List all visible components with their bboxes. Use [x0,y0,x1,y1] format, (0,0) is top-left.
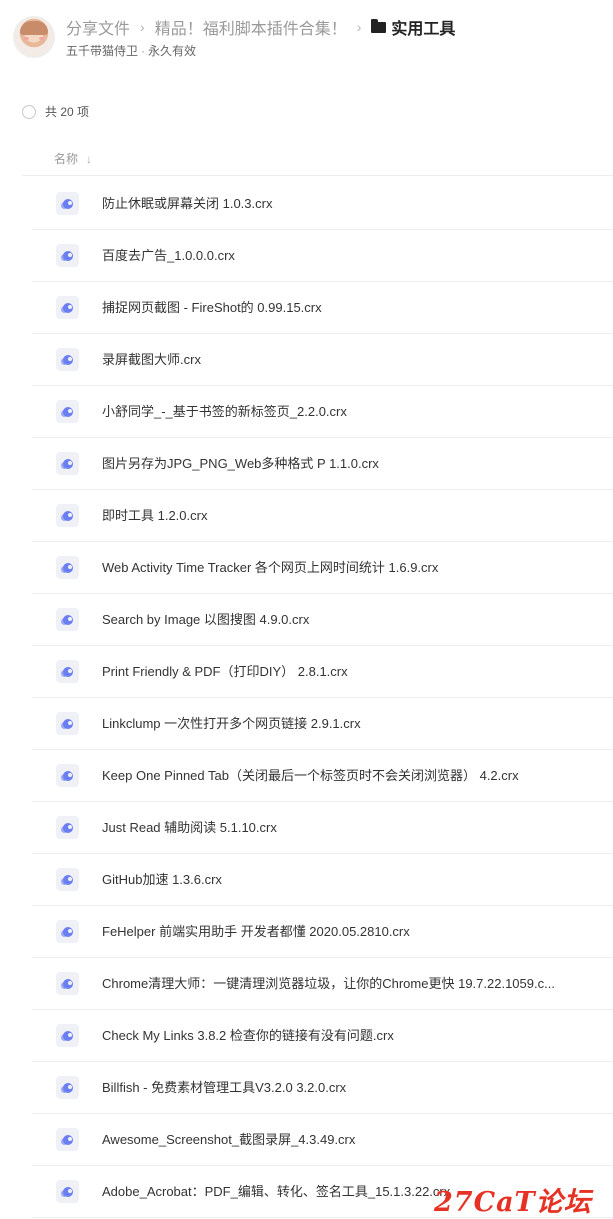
crx-file-icon [56,660,79,683]
file-row[interactable]: 捕捉网页截图 - FireShot的 0.99.15.crx [32,282,613,334]
breadcrumb-current-folder: 实用工具 [371,15,455,39]
file-name[interactable]: 小舒同学_-_基于书签的新标签页_2.2.0.crx [102,404,588,420]
file-row[interactable]: 小舒同学_-_基于书签的新标签页_2.2.0.crx [32,386,613,438]
crx-file-icon [56,1180,79,1203]
file-row[interactable]: Check My Links 3.8.2 检查你的链接有没有问题.crx [32,1010,613,1062]
info-separator: · [141,44,146,58]
column-header: 名称 ↓ [22,140,613,176]
file-row[interactable]: GitHub加速 1.3.6.crx [32,854,613,906]
select-all-radio[interactable] [22,104,36,119]
file-row[interactable]: Print Friendly & PDF（打印DIY） 2.8.1.crx [32,646,613,698]
crx-file-icon [56,1024,79,1047]
validity-text: 永久有效 [148,44,197,58]
file-name[interactable]: Awesome_Screenshot_截图录屏_4.3.49.crx [102,1132,588,1148]
owner-name[interactable]: 五千带猫侍卫 [66,44,138,58]
file-row[interactable]: Chrome清理大师：一键清理浏览器垃圾，让你的Chrome更快 19.7.22… [32,958,613,1010]
crx-file-icon [56,348,79,371]
file-row[interactable]: Linkclump 一次性打开多个网页链接 2.9.1.crx [32,698,613,750]
crx-file-icon [56,608,79,631]
file-name[interactable]: 百度去广告_1.0.0.0.crx [102,248,588,264]
file-name[interactable]: Search by Image 以图搜图 4.9.0.crx [102,612,588,628]
share-info: 五千带猫侍卫 · 永久有效 [66,42,196,59]
site-watermark: 27CaT论坛 [434,1187,592,1218]
crx-file-icon [56,244,79,267]
file-row[interactable]: Just Read 辅助阅读 5.1.10.crx [32,802,613,854]
crx-file-icon [56,816,79,839]
crx-file-icon [56,1128,79,1151]
file-row[interactable]: 防止休眠或屏幕关闭 1.0.3.crx [32,178,613,230]
file-name[interactable]: Keep One Pinned Tab（关闭最后一个标签页时不会关闭浏览器） 4… [102,768,588,784]
crx-file-icon [56,452,79,475]
crx-file-icon [56,1076,79,1099]
folder-icon [371,19,387,33]
sort-down-icon[interactable]: ↓ [86,152,92,166]
crx-file-icon [56,920,79,943]
file-list: 防止休眠或屏幕关闭 1.0.3.crx 百度去广告_1.0.0.0.crx 捕捉网页… [32,178,613,1218]
breadcrumb-item-collection[interactable]: 精品！福利脚本插件合集！ [155,15,347,39]
file-name[interactable]: Linkclump 一次性打开多个网页链接 2.9.1.crx [102,716,588,732]
file-row[interactable]: 百度去广告_1.0.0.0.crx [32,230,613,282]
breadcrumb-separator: › [356,19,362,35]
file-name[interactable]: 即时工具 1.2.0.crx [102,508,588,524]
name-column-label: 名称 [54,152,79,166]
crx-file-icon [56,712,79,735]
select-all-control[interactable]: 共 20 项 [22,103,89,120]
file-name[interactable]: 捕捉网页截图 - FireShot的 0.99.15.crx [102,300,588,316]
crx-file-icon [56,764,79,787]
file-row[interactable]: Search by Image 以图搜图 4.9.0.crx [32,594,613,646]
breadcrumb: 分享文件 › 精品！福利脚本插件合集！ › 实用工具 [66,16,455,38]
file-row[interactable]: FeHelper 前端实用助手 开发者都懂 2020.05.2810.crx [32,906,613,958]
file-name[interactable]: FeHelper 前端实用助手 开发者都懂 2020.05.2810.crx [102,924,588,940]
item-count: 共 20 项 [45,105,90,119]
crx-file-icon [56,400,79,423]
crx-file-icon [56,972,79,995]
file-name[interactable]: Just Read 辅助阅读 5.1.10.crx [102,820,588,836]
file-row[interactable]: 即时工具 1.2.0.crx [32,490,613,542]
crx-file-icon [56,296,79,319]
name-column-header[interactable]: 名称 ↓ [54,150,92,167]
file-name[interactable]: Chrome清理大师：一键清理浏览器垃圾，让你的Chrome更快 19.7.22… [102,976,588,992]
breadcrumb-item-shared-files[interactable]: 分享文件 [66,15,130,39]
file-name[interactable]: 防止休眠或屏幕关闭 1.0.3.crx [102,196,588,212]
file-name[interactable]: GitHub加速 1.3.6.crx [102,872,588,888]
file-name[interactable]: Check My Links 3.8.2 检查你的链接有没有问题.crx [102,1028,588,1044]
crx-file-icon [56,504,79,527]
crx-file-icon [56,868,79,891]
file-name[interactable]: 图片另存为JPG_PNG_Web多种格式 P 1.1.0.crx [102,456,588,472]
file-name[interactable]: Billfish - 免费素材管理工具V3.2.0 3.2.0.crx [102,1080,588,1096]
file-name[interactable]: Web Activity Time Tracker 各个网页上网时间统计 1.6… [102,560,588,576]
current-folder-label: 实用工具 [391,21,456,38]
crx-file-icon [56,192,79,215]
file-row[interactable]: Web Activity Time Tracker 各个网页上网时间统计 1.6… [32,542,613,594]
file-name[interactable]: Print Friendly & PDF（打印DIY） 2.8.1.crx [102,664,588,680]
file-row[interactable]: 录屏截图大师.crx [32,334,613,386]
file-name[interactable]: 录屏截图大师.crx [102,352,588,368]
file-row[interactable]: Keep One Pinned Tab（关闭最后一个标签页时不会关闭浏览器） 4… [32,750,613,802]
breadcrumb-separator: › [140,19,145,35]
file-row[interactable]: 图片另存为JPG_PNG_Web多种格式 P 1.1.0.crx [32,438,613,490]
file-row[interactable]: Awesome_Screenshot_截图录屏_4.3.49.crx [32,1114,613,1166]
crx-file-icon [56,556,79,579]
share-header: 分享文件 › 精品！福利脚本插件合集！ › 实用工具 五千带猫侍卫 · 永久有效 [0,0,613,80]
avatar[interactable] [13,16,55,58]
file-row[interactable]: Billfish - 免费素材管理工具V3.2.0 3.2.0.crx [32,1062,613,1114]
